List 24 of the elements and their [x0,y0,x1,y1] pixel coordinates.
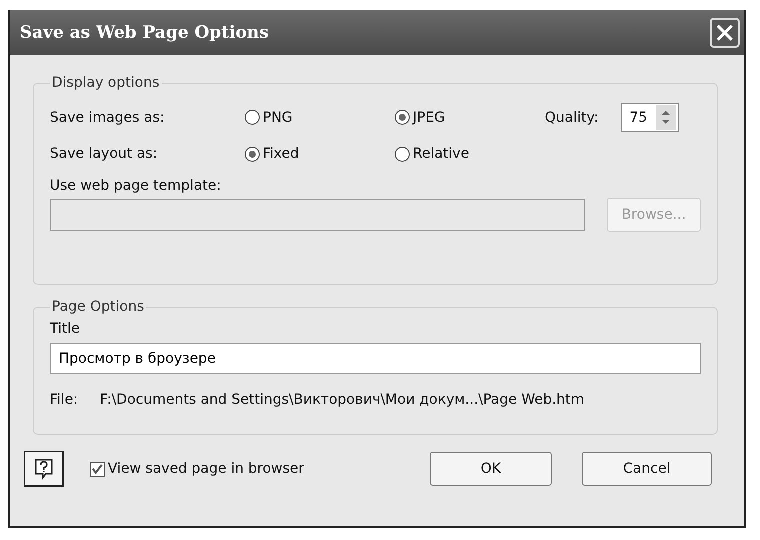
dialog-button[interactable]: OK [430,452,552,486]
radio-button[interactable]: JPEG [395,110,545,126]
field-label: Title [50,321,82,337]
field-label: Save images as: [50,110,166,126]
field-label: Save layout as: [50,146,159,162]
title-field[interactable]: Просмотр в броузере [50,343,701,374]
radio-button[interactable]: Fixed [245,146,395,162]
file-path: F:\Documents and Settings\Викторович\Мои докум...\Page Web.htm [100,392,585,408]
window-title: Save as Web Page Options [20,22,269,42]
group-title: Display options [51,75,161,91]
field-label: File: [50,392,78,408]
field-label: Quality: [545,110,599,126]
checkmark-icon [92,464,103,474]
close-icon [715,22,735,42]
quality-spinner[interactable]: 75 [620,103,679,132]
group-title: Page Options [51,299,146,315]
help-icon [34,458,54,480]
checkbox[interactable]: View saved page in browser [90,461,430,477]
radio-button[interactable]: PNG [245,110,395,126]
dialog-button[interactable]: Cancel [582,452,712,486]
help-button[interactable] [24,451,64,487]
field-label: Use web page template: [50,178,222,194]
close-button[interactable] [710,18,740,48]
radio-button[interactable]: Relative [395,146,545,162]
